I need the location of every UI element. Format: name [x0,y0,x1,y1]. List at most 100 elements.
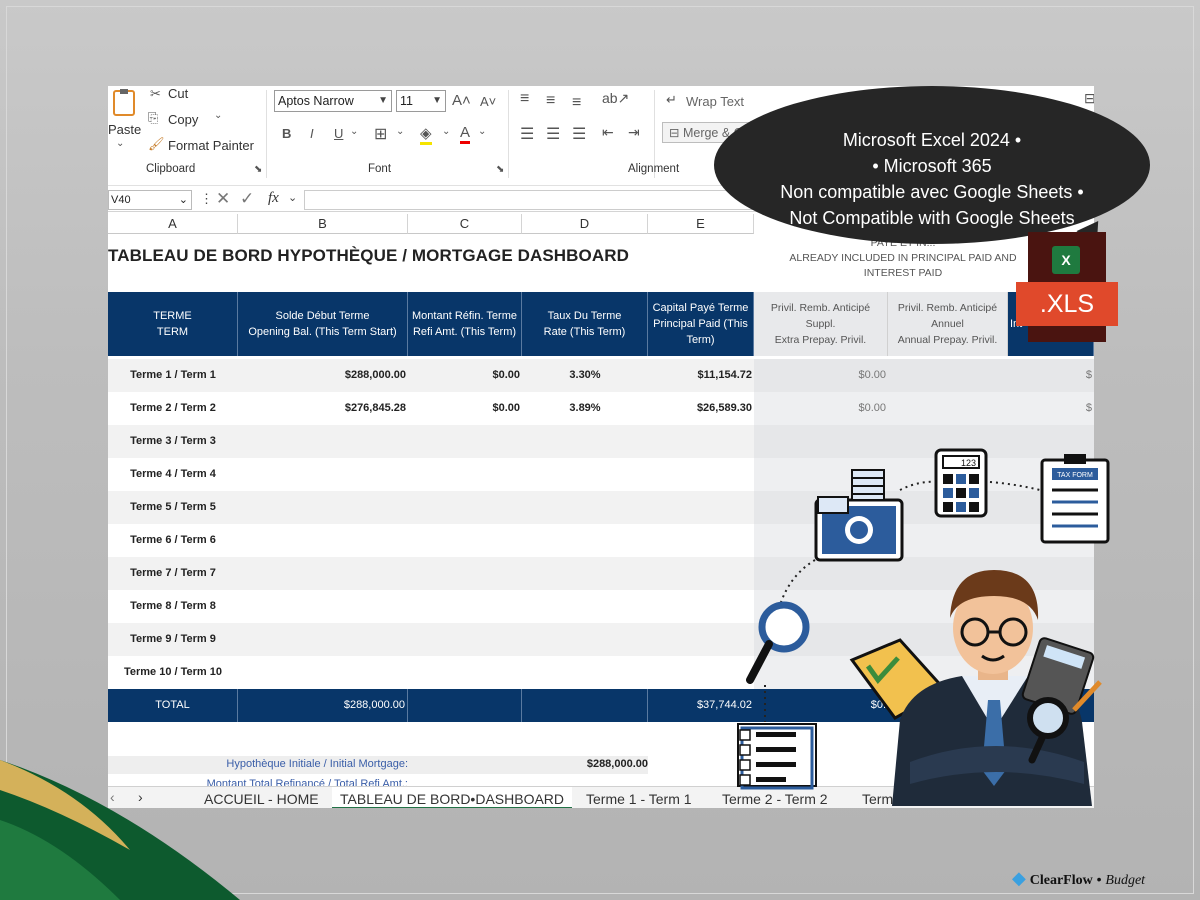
table-cell-refi[interactable] [408,491,522,524]
copy-button[interactable]: Copy [168,112,198,127]
table-cell-rate[interactable] [522,524,648,557]
font-color-icon[interactable]: A [460,124,471,144]
table-cell-annual[interactable] [888,359,1008,392]
column-header-c[interactable]: C [408,214,522,234]
dialog-launcher-icon[interactable]: ⊟ [1084,90,1094,107]
table-cell-rate[interactable] [522,425,648,458]
table-cell-principal[interactable] [648,524,754,557]
table-cell-principal[interactable] [648,425,754,458]
table-cell-extra[interactable]: $0.00 [754,392,888,425]
table-cell-rate[interactable] [522,623,648,656]
table-cell-rate[interactable] [522,557,648,590]
table-cell-principal[interactable] [648,557,754,590]
increase-indent-icon[interactable]: ⇥ [628,124,640,141]
column-header-b[interactable]: B [238,214,408,234]
italic-button[interactable]: I [310,126,314,141]
table-cell-principal[interactable] [648,458,754,491]
table-cell-term[interactable]: Terme 10 / Term 10 [108,656,238,689]
table-cell-principal[interactable] [648,656,754,689]
chevron-down-icon[interactable]: ⌄ [396,126,404,137]
column-header-d[interactable]: D [522,214,648,234]
table-cell-term[interactable]: Terme 3 / Term 3 [108,425,238,458]
table-cell-annual[interactable] [888,557,1008,590]
dialog-launcher-icon[interactable]: ⬊ [254,164,262,175]
header-opening-balance[interactable]: Solde Début Terme Opening Bal. (This Term… [238,292,408,356]
table-cell-rate[interactable] [522,491,648,524]
table-cell-opening[interactable] [238,491,408,524]
font-name-select[interactable]: Aptos Narrow ▼ [274,90,392,112]
table-cell-last[interactable] [1008,590,1094,623]
table-cell-extra[interactable] [754,491,888,524]
table-cell-annual[interactable] [888,392,1008,425]
align-left-icon[interactable]: ☰ [520,124,534,144]
table-cell-last[interactable] [1008,458,1094,491]
table-cell-term[interactable]: Terme 5 / Term 5 [108,491,238,524]
header-annual-prepay[interactable]: Privil. Remb. Anticipé Annuel Annual Prep… [888,292,1008,356]
fill-color-icon[interactable]: ◈ [420,124,432,145]
chevron-down-icon[interactable]: ⌄ [478,126,486,137]
table-cell-term[interactable]: Terme 7 / Term 7 [108,557,238,590]
table-cell-refi[interactable] [408,623,522,656]
paste-button[interactable]: Paste ⌄ [108,88,142,150]
column-header-a[interactable]: A [108,214,238,234]
chevron-down-icon[interactable]: ⌄ [442,126,450,137]
table-cell-opening[interactable]: $276,845.28 [238,392,408,425]
total-row[interactable]: TOTAL $288,000.00 $37,744.02 $0. [108,689,1094,722]
chevron-down-icon[interactable]: ⌄ [214,110,222,121]
table-cell-extra[interactable] [754,458,888,491]
table-cell-refi[interactable] [408,425,522,458]
table-cell-annual[interactable] [888,458,1008,491]
align-top-icon[interactable]: ≡ [520,90,529,108]
table-cell-term[interactable]: Terme 1 / Term 1 [108,359,238,392]
table-cell-last[interactable] [1008,557,1094,590]
table-cell-opening[interactable] [238,557,408,590]
align-middle-icon[interactable]: ≡ [546,92,555,110]
cut-button[interactable]: Cut [168,86,188,101]
table-cell-refi[interactable]: $0.00 [408,359,522,392]
table-cell-annual[interactable] [888,623,1008,656]
table-cell-opening[interactable] [238,524,408,557]
table-cell-annual[interactable] [888,590,1008,623]
name-box[interactable]: V40 ⌄ [108,190,192,210]
more-icon[interactable]: ⋮ [200,191,213,207]
table-cell-refi[interactable] [408,458,522,491]
table-cell-refi[interactable] [408,656,522,689]
table-cell-last[interactable] [1008,623,1094,656]
table-cell-last[interactable]: $ [1008,392,1094,425]
table-cell-last[interactable] [1008,425,1094,458]
decrease-indent-icon[interactable]: ⇤ [602,124,614,141]
cancel-icon[interactable]: ✕ [216,189,230,209]
borders-icon[interactable]: ⊞ [374,124,387,144]
orientation-icon[interactable]: ab↗ [602,90,629,107]
table-row[interactable]: Terme 1 / Term 1 $288,000.00 $0.00 3.30% $11… [108,359,1094,392]
table-cell-refi[interactable] [408,557,522,590]
header-refi-amount[interactable]: Montant Réfin. Terme Refi Amt. (This Term… [408,292,522,356]
table-cell-principal[interactable]: $11,154.72 [648,359,754,392]
table-cell-opening[interactable] [238,623,408,656]
table-cell-rate[interactable]: 3.30% [522,359,648,392]
table-cell-extra[interactable] [754,557,888,590]
table-cell-extra[interactable] [754,656,888,689]
header-rate[interactable]: Taux Du Terme Rate (This Term) [522,292,648,356]
table-cell-extra[interactable] [754,623,888,656]
chevron-down-icon[interactable]: ⌄ [288,191,297,204]
table-cell-principal[interactable] [648,590,754,623]
table-cell-opening[interactable] [238,656,408,689]
chevron-down-icon[interactable]: ⌄ [350,126,358,137]
tab-term-2[interactable]: Terme 2 - Term 2 [722,787,828,808]
table-cell-principal[interactable] [648,623,754,656]
table-cell-annual[interactable] [888,425,1008,458]
table-row[interactable]: Terme 4 / Term 4 [108,458,1094,491]
table-cell-opening[interactable] [238,590,408,623]
table-cell-last[interactable] [1008,491,1094,524]
table-cell-term[interactable]: Terme 9 / Term 9 [108,623,238,656]
decrease-font-icon[interactable]: A˅ [480,94,496,109]
table-cell-opening[interactable]: $288,000.00 [238,359,408,392]
tab-dashboard[interactable]: TABLEAU DE BORD•DASHBOARD [332,787,573,808]
table-cell-extra[interactable] [754,425,888,458]
increase-font-icon[interactable]: A˄ [452,92,471,109]
table-cell-annual[interactable] [888,524,1008,557]
table-cell-rate[interactable] [522,458,648,491]
table-cell-annual[interactable] [888,491,1008,524]
underline-button[interactable]: U [334,126,343,141]
